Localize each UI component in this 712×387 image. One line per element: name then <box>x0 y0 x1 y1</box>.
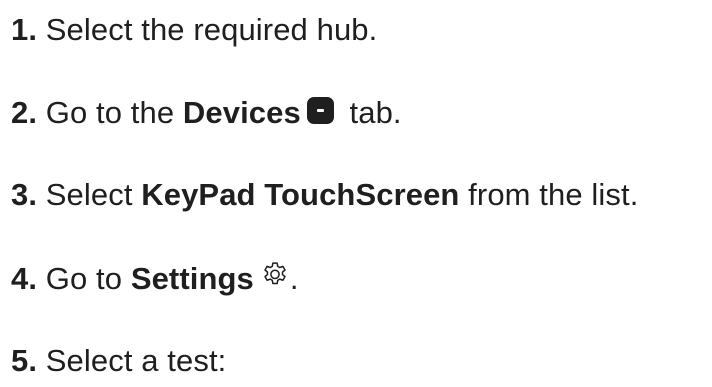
step-text: Go to the <box>37 95 183 130</box>
device-name: KeyPad TouchScreen <box>141 177 460 212</box>
step-4: 4. Go to Settings. <box>11 259 299 299</box>
step-text: from the list. <box>459 177 639 212</box>
step-1: 1. Select the required hub. <box>11 10 377 50</box>
step-number: 4. <box>11 261 38 296</box>
step-3: 3. Select KeyPad TouchScreen from the li… <box>11 175 638 215</box>
settings-label: Settings <box>130 261 254 296</box>
step-text: Select a test: <box>37 343 227 378</box>
step-number: 5. <box>11 343 38 378</box>
step-text: . <box>289 261 299 296</box>
step-2: 2. Go to the Devices tab. <box>11 93 402 133</box>
step-5: 5. Select a test: <box>11 341 226 381</box>
step-number: 1. <box>11 12 38 47</box>
gear-icon <box>260 260 290 290</box>
step-text: Select <box>37 177 142 212</box>
devices-label: Devices <box>182 95 301 130</box>
step-number: 2. <box>11 95 38 130</box>
step-text: tab. <box>340 95 402 130</box>
step-number: 3. <box>11 177 38 212</box>
step-text: Go to <box>37 261 131 296</box>
step-text: Select the required hub. <box>37 12 378 47</box>
devices-tab-icon <box>306 97 334 124</box>
